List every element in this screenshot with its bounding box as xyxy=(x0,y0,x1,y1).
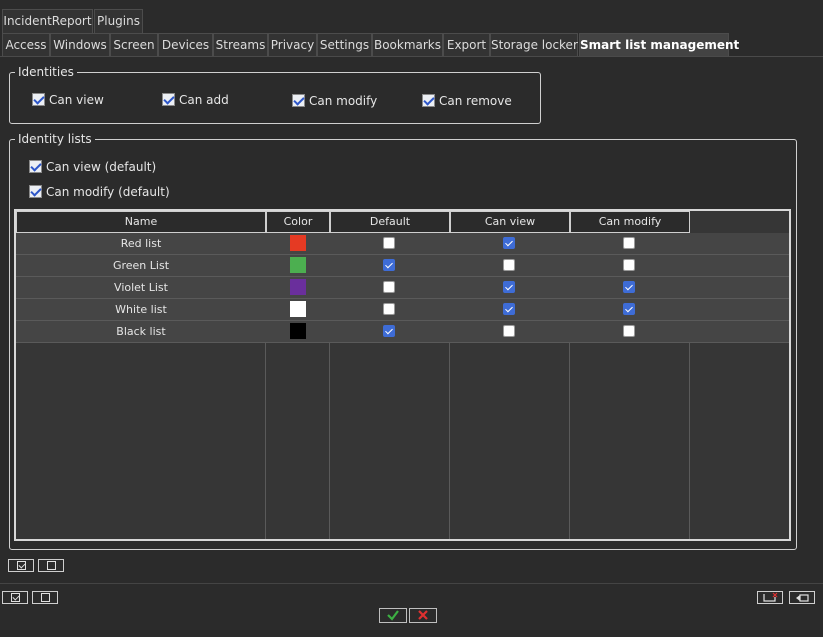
default-checkbox[interactable] xyxy=(383,303,395,315)
cancel-button[interactable] xyxy=(409,608,437,623)
identities-can-modify-label: Can modify xyxy=(309,94,378,108)
reset-button[interactable] xyxy=(757,591,783,604)
tab-devices[interactable]: Devices xyxy=(158,33,213,57)
can-view-checkbox[interactable] xyxy=(503,281,515,293)
uncheck-all-button[interactable] xyxy=(32,591,58,604)
identities-title: Identities xyxy=(15,65,77,79)
default-checkbox[interactable] xyxy=(383,237,395,249)
reset-icon xyxy=(763,592,778,602)
table-row[interactable]: Violet List xyxy=(16,277,789,299)
tab-plugins[interactable]: Plugins xyxy=(94,9,143,33)
can-view-checkbox[interactable] xyxy=(503,325,515,337)
default-checkbox[interactable] xyxy=(383,325,395,337)
default-checkbox[interactable] xyxy=(383,281,395,293)
color-swatch[interactable] xyxy=(290,279,306,295)
column-header-can-modify[interactable]: Can modify xyxy=(570,211,690,233)
list-name-cell: Black list xyxy=(116,325,166,338)
tab-bookmarks[interactable]: Bookmarks xyxy=(372,33,443,57)
list-name-cell: Red list xyxy=(120,237,162,250)
can-view-checkbox[interactable] xyxy=(503,259,515,271)
color-swatch[interactable] xyxy=(290,235,306,251)
lists-can-modify-default-label: Can modify (default) xyxy=(46,185,170,199)
tab-smart-list-management[interactable]: Smart list management xyxy=(579,33,739,57)
can-modify-checkbox[interactable] xyxy=(623,325,635,337)
tab-export[interactable]: Export xyxy=(443,33,490,57)
table-row[interactable]: Green List xyxy=(16,255,789,277)
identities-can-remove-checkbox[interactable] xyxy=(422,94,435,107)
tab-storage-locker[interactable]: Storage locker xyxy=(490,33,578,57)
checkmark-icon xyxy=(387,610,399,621)
tab-streams[interactable]: Streams xyxy=(213,33,268,57)
lists-uncheck-all-button[interactable] xyxy=(38,559,64,572)
undo-icon xyxy=(796,594,809,602)
uncheck-all-icon xyxy=(47,561,56,570)
can-view-checkbox[interactable] xyxy=(503,303,515,315)
lists-check-all-button[interactable] xyxy=(8,559,34,572)
tab-incidentreport[interactable]: IncidentReport xyxy=(2,9,93,33)
identities-can-view-checkbox[interactable] xyxy=(32,93,45,106)
identities-can-remove-label: Can remove xyxy=(439,94,512,108)
identities-can-view-label: Can view xyxy=(49,93,104,107)
tab-settings[interactable]: Settings xyxy=(317,33,372,57)
tab-baseline xyxy=(0,56,823,57)
tab-privacy[interactable]: Privacy xyxy=(268,33,317,57)
list-name-cell: White list xyxy=(115,303,167,316)
identities-can-add-checkbox[interactable] xyxy=(162,93,175,106)
column-header-color[interactable]: Color xyxy=(266,211,330,233)
check-all-icon xyxy=(11,593,20,602)
identity-lists-title: Identity lists xyxy=(15,132,95,146)
tab-screen[interactable]: Screen xyxy=(110,33,158,57)
column-header-can-view[interactable]: Can view xyxy=(450,211,570,233)
ok-button[interactable] xyxy=(379,608,407,623)
default-checkbox[interactable] xyxy=(383,259,395,271)
column-header-default[interactable]: Default xyxy=(330,211,450,233)
can-modify-checkbox[interactable] xyxy=(623,281,635,293)
color-swatch[interactable] xyxy=(290,301,306,317)
column-header-name[interactable]: Name xyxy=(16,211,266,233)
undo-button[interactable] xyxy=(789,591,815,604)
identity-lists-table: Name Color Default Can view Can modify R… xyxy=(14,209,791,541)
table-row[interactable]: Red list xyxy=(16,233,789,255)
identities-can-add-label: Can add xyxy=(179,93,229,107)
can-modify-checkbox[interactable] xyxy=(623,259,635,271)
tab-windows[interactable]: Windows xyxy=(50,33,110,57)
table-row[interactable]: Black list xyxy=(16,321,789,343)
can-modify-checkbox[interactable] xyxy=(623,303,635,315)
lists-can-view-default-checkbox[interactable] xyxy=(29,160,42,173)
list-name-cell: Green List xyxy=(112,259,170,272)
footer-separator xyxy=(0,583,823,584)
check-all-button[interactable] xyxy=(2,591,28,604)
uncheck-all-icon xyxy=(41,593,50,602)
list-name-cell: Violet List xyxy=(114,281,168,294)
identities-can-modify-checkbox[interactable] xyxy=(292,94,305,107)
lists-can-modify-default-checkbox[interactable] xyxy=(29,185,42,198)
cross-icon xyxy=(418,610,428,620)
color-swatch[interactable] xyxy=(290,257,306,273)
check-all-icon xyxy=(17,561,26,570)
can-view-checkbox[interactable] xyxy=(503,237,515,249)
lists-can-view-default-label: Can view (default) xyxy=(46,160,157,174)
tab-access[interactable]: Access xyxy=(2,33,50,57)
can-modify-checkbox[interactable] xyxy=(623,237,635,249)
table-row[interactable]: White list xyxy=(16,299,789,321)
color-swatch[interactable] xyxy=(290,323,306,339)
